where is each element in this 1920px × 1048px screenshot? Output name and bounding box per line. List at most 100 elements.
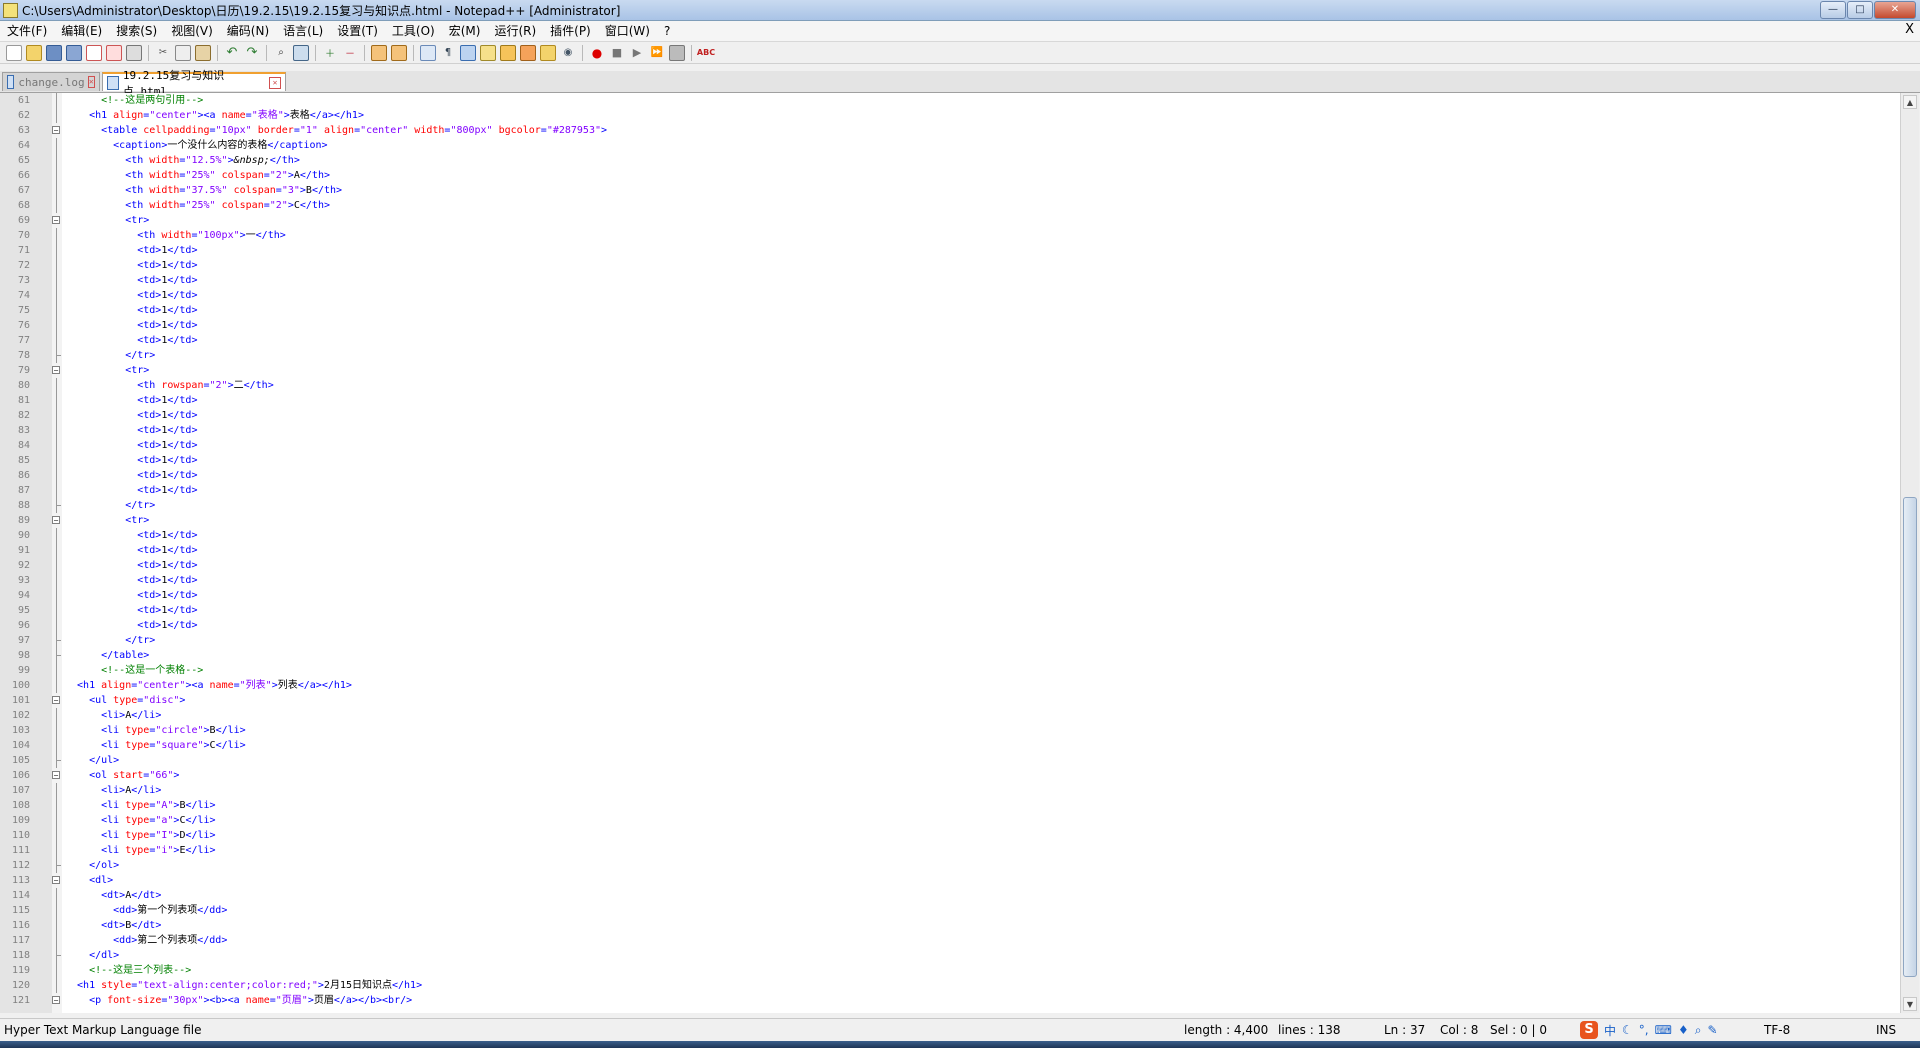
- code-line[interactable]: 71 <td>1</td>: [0, 243, 1900, 258]
- code-line[interactable]: 99 <!--这是一个表格-->: [0, 663, 1900, 678]
- code-line[interactable]: 117 <dd>第二个列表项</dd>: [0, 933, 1900, 948]
- find-icon[interactable]: ⌕: [273, 45, 289, 61]
- fold-toggle-icon[interactable]: −: [52, 996, 60, 1005]
- code-line[interactable]: 91 <td>1</td>: [0, 543, 1900, 558]
- menu-macro[interactable]: 宏(M): [442, 22, 488, 40]
- run-macro-multiple-icon[interactable]: ⏩: [649, 45, 665, 61]
- menu-plugins[interactable]: 插件(P): [543, 22, 598, 40]
- play-macro-icon[interactable]: ▶: [629, 45, 645, 61]
- tab-change-log[interactable]: change.log ✕: [2, 72, 100, 91]
- maximize-button[interactable]: □: [1847, 1, 1873, 19]
- tab-close-icon[interactable]: ✕: [269, 76, 281, 89]
- code-line[interactable]: 103 <li type="circle">B</li>: [0, 723, 1900, 738]
- code-line[interactable]: 101 − <ul type="disc">: [0, 693, 1900, 708]
- code-line[interactable]: 87 <td>1</td>: [0, 483, 1900, 498]
- close-all-icon[interactable]: [106, 44, 122, 61]
- code-line[interactable]: 85 <td>1</td>: [0, 453, 1900, 468]
- code-line[interactable]: 70 <th width="100px">一</th>: [0, 228, 1900, 243]
- stop-macro-icon[interactable]: ■: [609, 45, 625, 61]
- menu-tools[interactable]: 工具(O): [385, 22, 442, 40]
- menu-view[interactable]: 视图(V): [164, 22, 220, 40]
- code-line[interactable]: 106 − <ol start="66">: [0, 768, 1900, 783]
- code-line[interactable]: 102 <li>A</li>: [0, 708, 1900, 723]
- tab-close-icon[interactable]: ✕: [87, 76, 95, 88]
- code-editor[interactable]: 61 <!--这是两句引用--> 62 <h1 align="center"><a…: [0, 93, 1900, 1013]
- save-icon[interactable]: [46, 44, 62, 61]
- code-line[interactable]: 63 − <table cellpadding="10px" border="1"…: [0, 123, 1900, 138]
- show-all-chars-icon[interactable]: ¶: [440, 45, 456, 61]
- code-line[interactable]: 104 <li type="square">C</li>: [0, 738, 1900, 753]
- open-file-icon[interactable]: [26, 44, 42, 61]
- sync-vertical-icon[interactable]: [371, 44, 387, 61]
- fold-toggle-icon[interactable]: −: [52, 366, 60, 375]
- menu-run[interactable]: 运行(R): [487, 22, 543, 40]
- code-line[interactable]: 80 <th rowspan="2">二</th>: [0, 378, 1900, 393]
- code-line[interactable]: 66 <th width="25%" colspan="2">A</th>: [0, 168, 1900, 183]
- punctuation-icon[interactable]: °,: [1639, 1023, 1649, 1037]
- moon-icon[interactable]: ☾: [1622, 1023, 1633, 1037]
- code-line[interactable]: 97 </tr>: [0, 633, 1900, 648]
- code-line[interactable]: 112 </ol>: [0, 858, 1900, 873]
- close-file-icon[interactable]: [86, 44, 102, 61]
- undo-icon[interactable]: ↶: [224, 45, 240, 61]
- doc-map-icon[interactable]: [500, 44, 516, 61]
- sync-horizontal-icon[interactable]: [391, 44, 407, 61]
- code-line[interactable]: 82 <td>1</td>: [0, 408, 1900, 423]
- fold-toggle-icon[interactable]: −: [52, 516, 60, 525]
- code-line[interactable]: 95 <td>1</td>: [0, 603, 1900, 618]
- word-wrap-icon[interactable]: [420, 44, 436, 61]
- menu-search[interactable]: 搜索(S): [109, 22, 164, 40]
- code-line[interactable]: 119 <!--这是三个列表-->: [0, 963, 1900, 978]
- code-line[interactable]: 108 <li type="A">B</li>: [0, 798, 1900, 813]
- sogou-ime-icon[interactable]: S: [1580, 1021, 1598, 1039]
- code-line[interactable]: 121 − <p font-size="30px"><b><a name="页眉"…: [0, 993, 1900, 1008]
- code-line[interactable]: 73 <td>1</td>: [0, 273, 1900, 288]
- ime-language-indicator[interactable]: 中: [1604, 1022, 1616, 1039]
- save-all-icon[interactable]: [66, 44, 82, 61]
- close-button[interactable]: ✕: [1874, 1, 1916, 19]
- code-line[interactable]: 89 − <tr>: [0, 513, 1900, 528]
- code-line[interactable]: 109 <li type="a">C</li>: [0, 813, 1900, 828]
- user-language-icon[interactable]: [480, 44, 496, 61]
- print-icon[interactable]: [126, 44, 142, 61]
- menu-edit[interactable]: 编辑(E): [54, 22, 109, 40]
- fold-toggle-icon[interactable]: −: [52, 216, 60, 225]
- code-line[interactable]: 96 <td>1</td>: [0, 618, 1900, 633]
- scroll-up-icon[interactable]: ▲: [1903, 95, 1917, 109]
- keyboard-icon[interactable]: ⌨: [1655, 1023, 1672, 1037]
- settings-wrench-icon[interactable]: ✎: [1707, 1023, 1717, 1037]
- code-line[interactable]: 65 <th width="12.5%">&nbsp;</th>: [0, 153, 1900, 168]
- close-document-button[interactable]: X: [1905, 22, 1914, 37]
- code-line[interactable]: 75 <td>1</td>: [0, 303, 1900, 318]
- copy-icon[interactable]: [175, 44, 191, 61]
- code-line[interactable]: 92 <td>1</td>: [0, 558, 1900, 573]
- code-line[interactable]: 61 <!--这是两句引用-->: [0, 93, 1900, 108]
- code-line[interactable]: 84 <td>1</td>: [0, 438, 1900, 453]
- code-line[interactable]: 69 − <tr>: [0, 213, 1900, 228]
- menu-file[interactable]: 文件(F): [0, 22, 54, 40]
- zoom-out-icon[interactable]: －: [342, 45, 358, 61]
- folder-workspace-icon[interactable]: [540, 44, 556, 61]
- fold-toggle-icon[interactable]: −: [52, 696, 60, 705]
- menu-help[interactable]: ?: [657, 22, 677, 40]
- monitoring-icon[interactable]: ◉: [560, 45, 576, 61]
- code-line[interactable]: 67 <th width="37.5%" colspan="3">B</th>: [0, 183, 1900, 198]
- menu-language[interactable]: 语言(L): [276, 22, 330, 40]
- scroll-thumb[interactable]: [1903, 497, 1917, 977]
- cut-icon[interactable]: ✂: [155, 45, 171, 61]
- code-line[interactable]: 118 </dl>: [0, 948, 1900, 963]
- code-line[interactable]: 77 <td>1</td>: [0, 333, 1900, 348]
- menu-encoding[interactable]: 编码(N): [220, 22, 276, 40]
- save-macro-icon[interactable]: [669, 44, 685, 61]
- menu-window[interactable]: 窗口(W): [598, 22, 657, 40]
- skin-icon[interactable]: ♦: [1678, 1023, 1689, 1037]
- new-file-icon[interactable]: [6, 44, 22, 61]
- fold-toggle-icon[interactable]: −: [52, 126, 60, 135]
- fold-toggle-icon[interactable]: −: [52, 876, 60, 885]
- vertical-scrollbar[interactable]: ▲ ▼: [1900, 93, 1919, 1013]
- menu-settings[interactable]: 设置(T): [330, 22, 385, 40]
- code-line[interactable]: 68 <th width="25%" colspan="2">C</th>: [0, 198, 1900, 213]
- spell-check-icon[interactable]: ABC: [697, 45, 715, 61]
- code-line[interactable]: 72 <td>1</td>: [0, 258, 1900, 273]
- minimize-button[interactable]: —: [1820, 1, 1846, 19]
